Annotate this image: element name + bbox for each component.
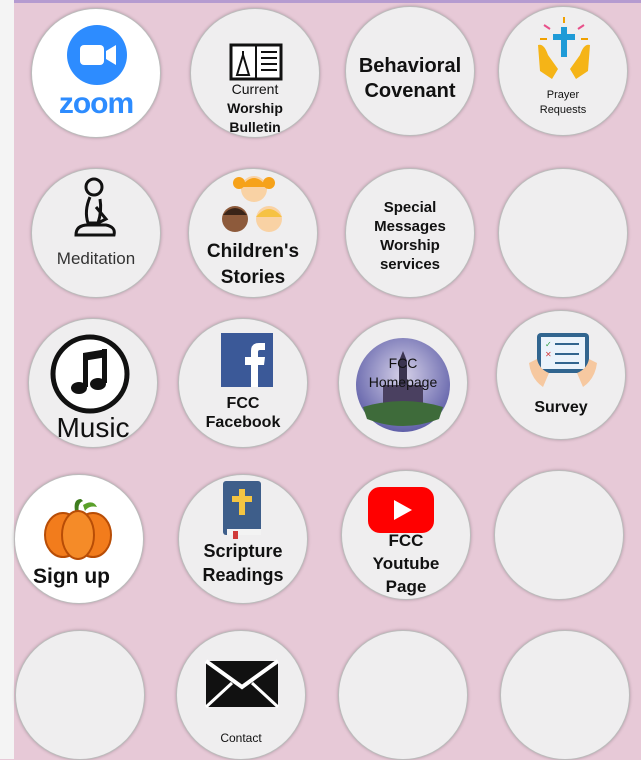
music-note-icon	[50, 334, 130, 414]
empty-button-r5c1[interactable]	[15, 630, 145, 760]
children-faces-icon	[222, 176, 282, 232]
children-line2: Stories	[220, 267, 286, 288]
empty-button-r4c4[interactable]	[494, 470, 624, 600]
fcc-homepage-button[interactable]: FCC Homepage	[338, 318, 468, 448]
prayer-requests-button[interactable]: Prayer Requests	[498, 6, 628, 136]
youtube-line2: Youtube	[372, 554, 440, 573]
music-button[interactable]: Music	[28, 318, 158, 448]
bible-icon	[223, 481, 261, 539]
special-messages-button[interactable]: Special Messages Worship services	[345, 168, 475, 298]
prayer-line1: Prayer	[546, 89, 580, 101]
youtube-icon	[368, 487, 434, 533]
fcc-facebook-button[interactable]: FCC Facebook	[178, 318, 308, 448]
left-margin-strip	[0, 0, 14, 759]
zoom-camera-icon	[67, 25, 127, 85]
scripture-line1: Scripture	[203, 541, 283, 561]
meditation-label: Meditation	[56, 249, 136, 268]
zoom-button[interactable]: zoom	[31, 8, 161, 138]
empty-button-r5c4[interactable]	[500, 630, 630, 760]
svg-text:✓: ✓	[545, 340, 552, 349]
music-label: Music	[56, 412, 130, 443]
envelope-icon	[204, 659, 280, 709]
fcc-youtube-button[interactable]: FCC Youtube Page	[341, 470, 471, 600]
bulletin-line3: Bulletin	[229, 119, 281, 135]
covenant-line1: Behavioral	[358, 55, 462, 77]
survey-button[interactable]: ✓ ✕ Survey	[496, 310, 626, 440]
youtube-line3: Page	[385, 577, 427, 596]
meditating-person-icon	[74, 177, 116, 237]
special-line1: Special	[383, 199, 437, 216]
praying-hands-cross-icon	[538, 17, 590, 79]
special-line3: Worship	[380, 237, 440, 254]
facebook-line2: Facebook	[205, 414, 281, 431]
bulletin-line1: Current	[231, 81, 279, 97]
survey-tablet-icon: ✓ ✕	[529, 333, 597, 387]
top-accent-bar	[0, 0, 641, 3]
homepage-line1: FCC	[388, 355, 418, 371]
facebook-icon	[221, 333, 273, 387]
behavioral-covenant-button[interactable]: Behavioral Covenant	[345, 6, 475, 136]
empty-button-r2c4[interactable]	[498, 168, 628, 298]
bulletin-book-icon	[229, 43, 283, 81]
scripture-line2: Readings	[202, 565, 284, 585]
pumpkin-icon	[44, 499, 112, 560]
survey-label: Survey	[534, 399, 588, 416]
scripture-readings-button[interactable]: Scripture Readings	[178, 474, 308, 604]
children-line1: Children's	[206, 241, 300, 262]
special-line2: Messages	[374, 218, 446, 235]
special-line4: services	[379, 256, 441, 273]
worship-bulletin-button[interactable]: Current Worship Bulletin	[190, 8, 320, 138]
facebook-line1: FCC	[226, 395, 260, 412]
sign-up-button[interactable]: Sign up	[14, 474, 144, 604]
contact-button[interactable]: Contact	[176, 630, 306, 760]
contact-label: Contact	[220, 731, 262, 745]
sign-up-label: Sign up	[33, 565, 110, 588]
covenant-line2: Covenant	[364, 80, 456, 102]
zoom-logo-text: zoom	[58, 87, 134, 120]
homepage-line2: Homepage	[368, 374, 438, 390]
empty-button-r5c3[interactable]	[338, 630, 468, 760]
bulletin-line2: Worship	[227, 100, 283, 116]
prayer-line2: Requests	[539, 104, 587, 116]
meditation-button[interactable]: Meditation	[31, 168, 161, 298]
youtube-line1: FCC	[388, 531, 424, 550]
childrens-stories-button[interactable]: Children's Stories	[188, 168, 318, 298]
svg-text:✕: ✕	[545, 350, 552, 359]
